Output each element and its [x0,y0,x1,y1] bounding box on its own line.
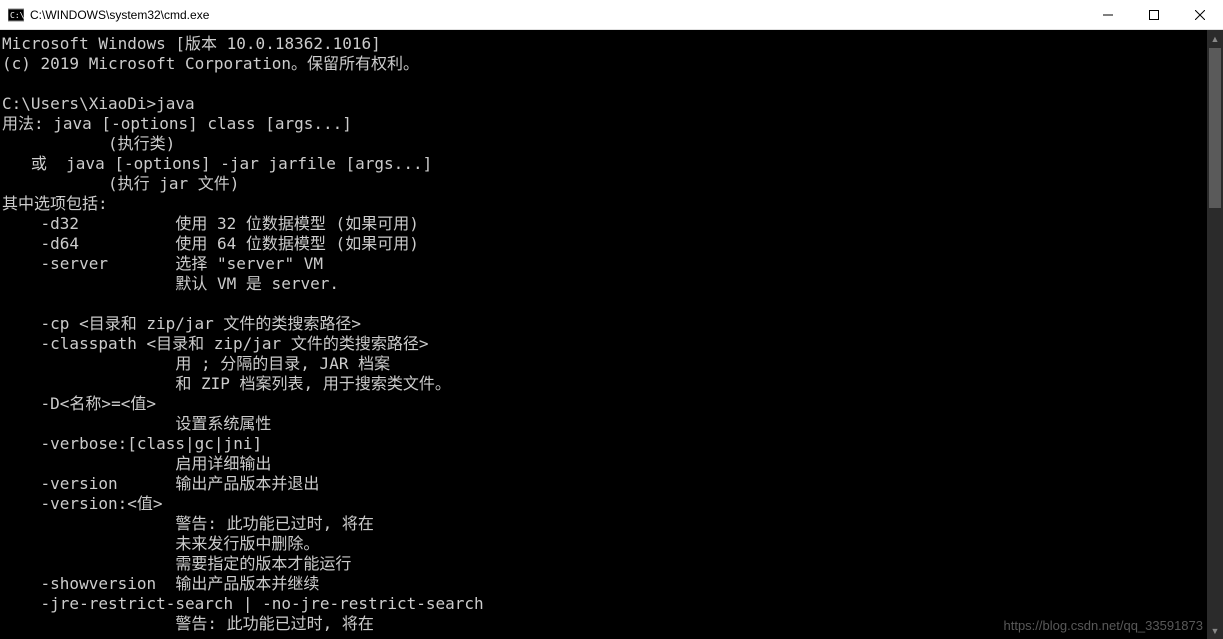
scrollbar-thumb[interactable] [1209,48,1221,208]
scrollbar-up-arrow[interactable]: ▲ [1207,30,1223,47]
window-titlebar: C:\ C:\WINDOWS\system32\cmd.exe [0,0,1223,30]
vertical-scrollbar[interactable]: ▲ ▼ [1207,30,1223,639]
minimize-button[interactable] [1085,0,1131,29]
scrollbar-down-arrow[interactable]: ▼ [1207,622,1223,639]
maximize-button[interactable] [1131,0,1177,29]
window-controls [1085,0,1223,29]
svg-text:C:\: C:\ [10,11,24,20]
cmd-icon: C:\ [8,7,24,23]
window-title: C:\WINDOWS\system32\cmd.exe [30,8,1085,22]
close-button[interactable] [1177,0,1223,29]
terminal-output[interactable]: Microsoft Windows [版本 10.0.18362.1016] (… [0,30,1207,639]
terminal-area: Microsoft Windows [版本 10.0.18362.1016] (… [0,30,1223,639]
